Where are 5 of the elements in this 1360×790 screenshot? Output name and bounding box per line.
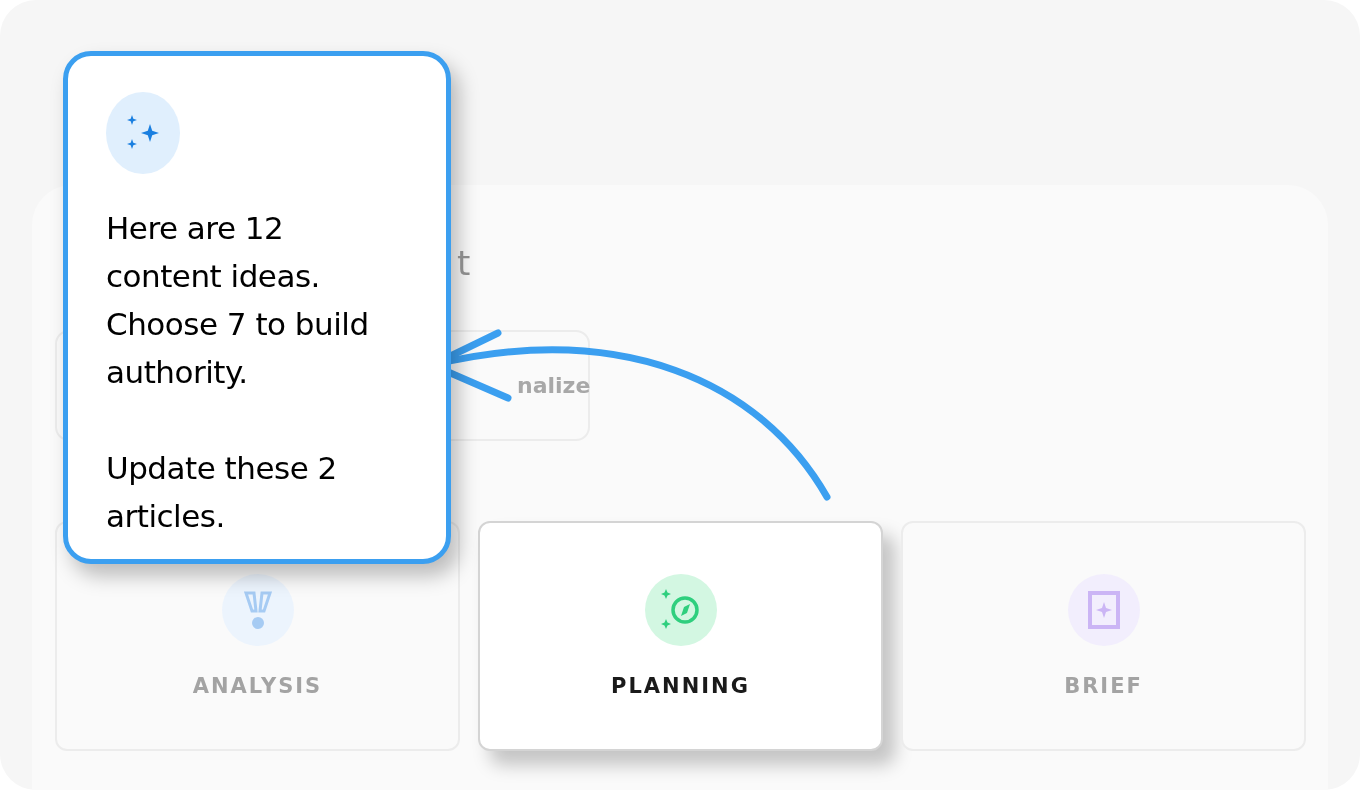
heading-fragment: t bbox=[457, 242, 472, 285]
step-label: PLANNING bbox=[611, 674, 750, 698]
step-label: ANALYSIS bbox=[192, 674, 323, 698]
callout-text: Here are 12 content ideas. Choose 7 to build authority. bbox=[106, 209, 370, 392]
step-label: BRIEF bbox=[1064, 674, 1143, 698]
